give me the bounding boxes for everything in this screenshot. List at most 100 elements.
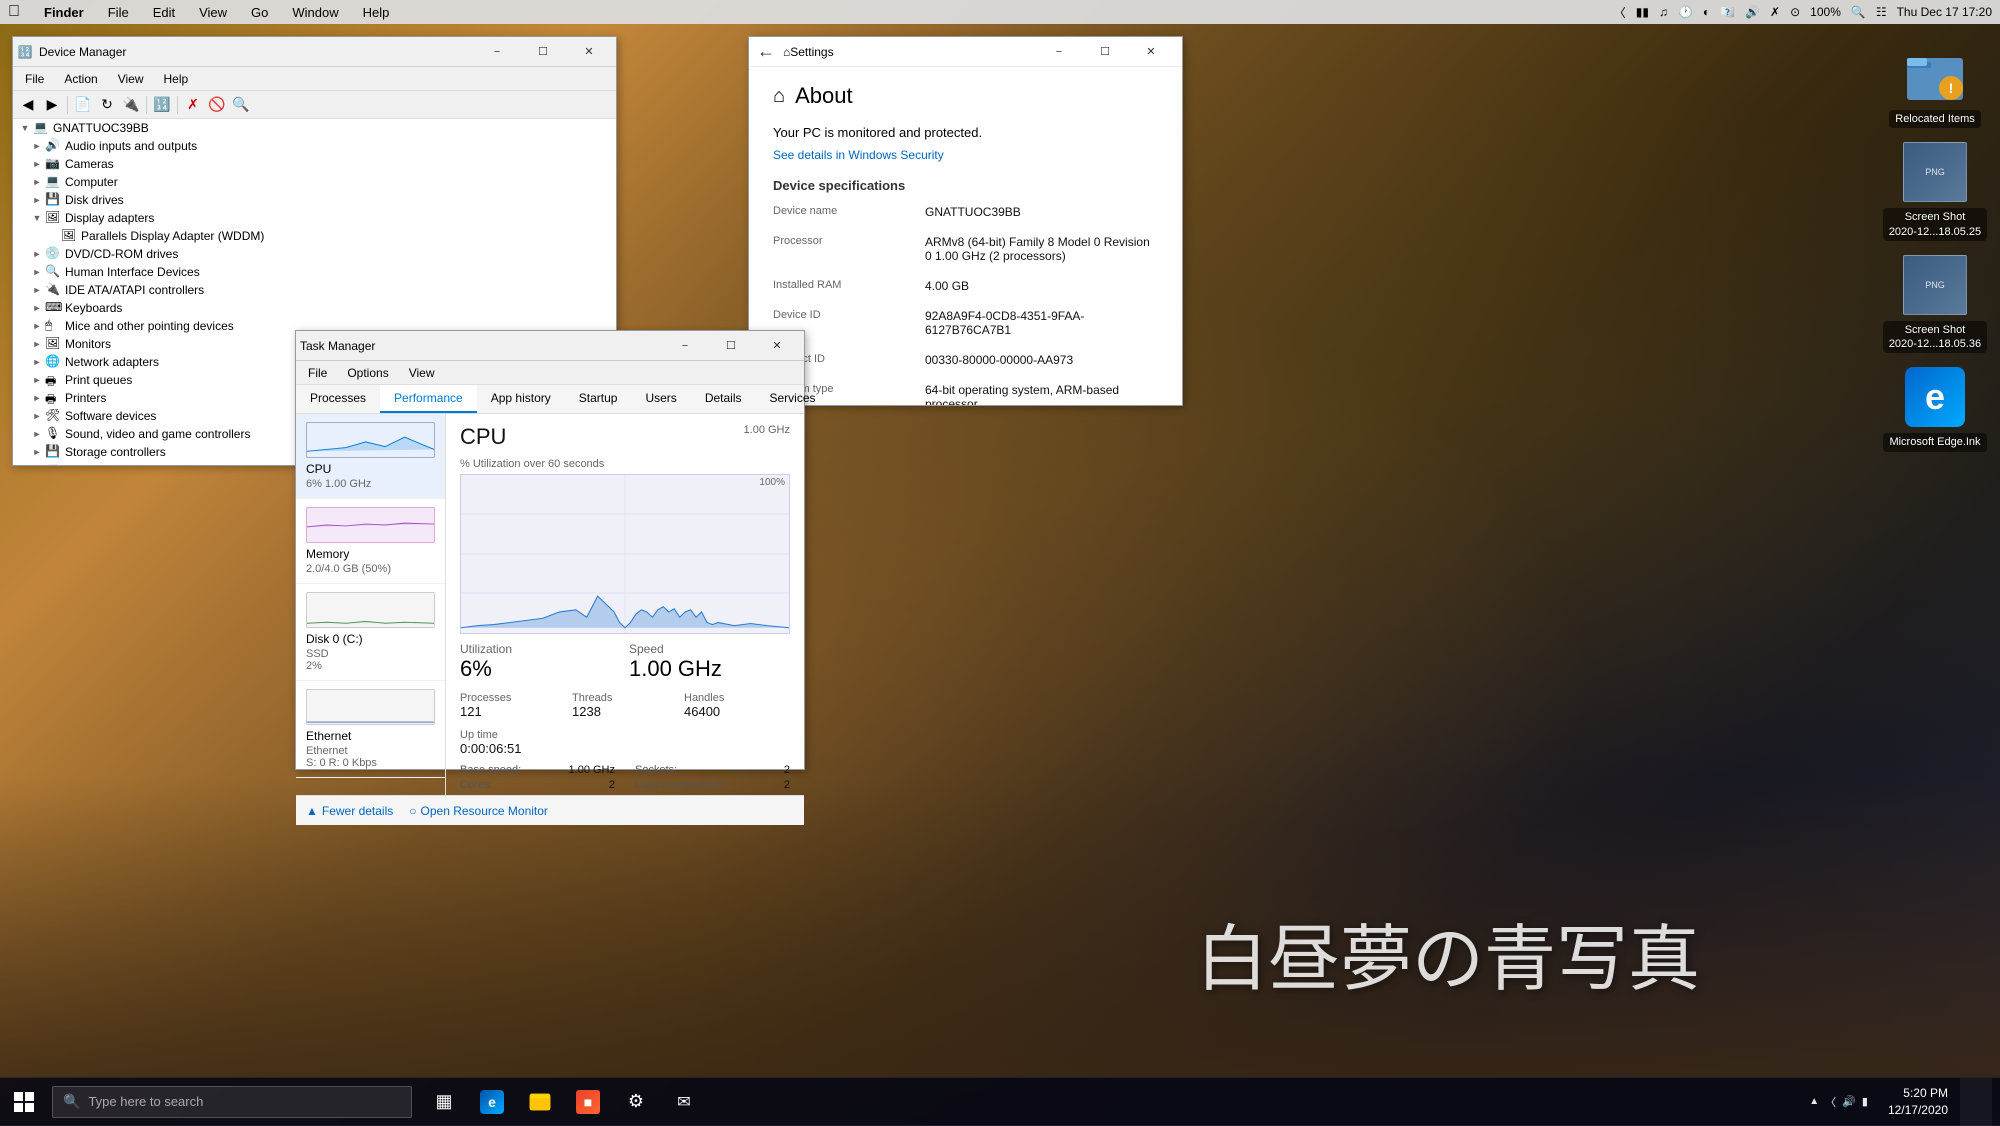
tb-back[interactable]: ◀ xyxy=(17,94,39,116)
apple-menu[interactable]:  xyxy=(8,3,20,21)
tab-app-history[interactable]: App history xyxy=(477,385,565,413)
menu-go[interactable]: Go xyxy=(247,5,272,20)
tm-minimize[interactable]: − xyxy=(662,331,708,361)
task-manager-window: Task Manager − ☐ ✕ File Options View Pro… xyxy=(295,330,805,770)
task-manager-titlebar: Task Manager − ☐ ✕ xyxy=(296,331,804,361)
settings-back-button[interactable]: ← xyxy=(757,41,775,62)
sidebar-disk[interactable]: Disk 0 (C:) SSD 2% xyxy=(296,584,445,681)
tree-item-disk[interactable]: ► 💾 Disk drives xyxy=(13,191,616,209)
l1-label: L1 cache: xyxy=(635,794,683,795)
menu-file[interactable]: File xyxy=(17,70,52,88)
settings-close[interactable]: ✕ xyxy=(1128,37,1174,67)
maximize-button[interactable]: ☐ xyxy=(520,37,566,67)
menu-action[interactable]: Action xyxy=(56,70,105,88)
tray-volume-icon[interactable]: 🔊 xyxy=(1842,1095,1856,1108)
tb-properties[interactable]: 📄 xyxy=(72,94,94,116)
tray-icons: ▲ 〈 🔊 ▮ xyxy=(1809,1094,1868,1110)
tm-menu-view[interactable]: View xyxy=(401,364,443,382)
desktop-icon-screenshot2[interactable]: PNG Screen Shot2020-12...18.05.36 xyxy=(1875,249,1995,358)
close-button[interactable]: ✕ xyxy=(566,37,612,67)
tab-startup[interactable]: Startup xyxy=(565,385,632,413)
tree-item-hid[interactable]: ► 🔍 Human Interface Devices xyxy=(13,263,616,281)
settings-home-icon: ⌂ xyxy=(783,45,790,59)
tree-item-display[interactable]: ▼ 🖼 Display adapters xyxy=(13,209,616,227)
menu-view[interactable]: View xyxy=(195,5,231,20)
menu-edit[interactable]: Edit xyxy=(149,5,179,20)
menu-file[interactable]: File xyxy=(104,5,133,20)
speed-value: 1.00 GHz xyxy=(629,656,790,682)
menubar-search-icon[interactable]: 🔍 xyxy=(1851,5,1866,19)
tray-clock[interactable]: 5:20 PM 12/17/2020 xyxy=(1880,1085,1956,1119)
taskbar-explorer[interactable] xyxy=(516,1078,564,1126)
tb-scan[interactable]: 🔍 xyxy=(230,94,252,116)
tree-item-ide[interactable]: ► 🔌 IDE ATA/ATAPI controllers xyxy=(13,281,616,299)
tray-date: 12/17/2020 xyxy=(1888,1102,1948,1119)
mail-icon: ✉ xyxy=(677,1092,690,1112)
taskbar-search[interactable]: 🔍 Type here to search xyxy=(52,1086,412,1118)
taskbar-settings[interactable]: ⚙ xyxy=(612,1078,660,1126)
desktop-icon-relocated[interactable]: ! Relocated Items xyxy=(1875,38,1995,132)
tb-update[interactable]: ↻ xyxy=(96,94,118,116)
tab-services[interactable]: Services xyxy=(756,385,830,413)
tree-item-cameras[interactable]: ► 📷 Cameras xyxy=(13,155,616,173)
desktop-icon-edge[interactable]: e Microsoft Edge.Ink xyxy=(1875,361,1995,455)
open-monitor-link[interactable]: ○ Open Resource Monitor xyxy=(409,804,548,818)
menubar-right: 〈 ▮▮ ♫ 🕐 ◐ 🇪🇳 🔊 ✗ ⊙ 100% 🔍 ☷ Thu Dec 17 … xyxy=(1614,4,1992,21)
l1-value: 640 KB xyxy=(754,794,790,795)
tray-network-icon: 〈 xyxy=(1825,1094,1836,1110)
taskbar-task-view[interactable]: ▦ xyxy=(420,1078,468,1126)
tree-item-keyboards[interactable]: ► ⌨ Keyboards xyxy=(13,299,616,317)
minimize-button[interactable]: − xyxy=(474,37,520,67)
menu-window[interactable]: Window xyxy=(288,5,342,20)
tm-tabs: Processes Performance App history Startu… xyxy=(296,385,804,414)
show-desktop-button[interactable] xyxy=(1960,1078,1992,1126)
taskbar-mail[interactable]: ✉ xyxy=(660,1078,708,1126)
tab-users[interactable]: Users xyxy=(631,385,690,413)
tb-uninstall[interactable]: 🚫 xyxy=(206,94,228,116)
tm-menu-file[interactable]: File xyxy=(300,364,335,382)
tab-details[interactable]: Details xyxy=(691,385,756,413)
settings-minimize[interactable]: − xyxy=(1036,37,1082,67)
tm-close[interactable]: ✕ xyxy=(754,331,800,361)
menu-help[interactable]: Help xyxy=(156,70,197,88)
tb-driver[interactable]: 🔌 xyxy=(120,94,142,116)
expand-root[interactable]: ▼ xyxy=(17,120,33,136)
menu-help[interactable]: Help xyxy=(359,5,394,20)
tree-item-audio[interactable]: ► 🔊 Audio inputs and outputs xyxy=(13,137,616,155)
menu-view[interactable]: View xyxy=(110,70,152,88)
sidebar-memory[interactable]: Memory 2.0/4.0 GB (50%) xyxy=(296,499,445,584)
screenshot2-label: Screen Shot2020-12...18.05.36 xyxy=(1883,321,1987,354)
tree-item-computer[interactable]: ► 💻 Computer xyxy=(13,173,616,191)
sidebar-ethernet[interactable]: Ethernet Ethernet S: 0 R: 0 Kbps xyxy=(296,681,445,778)
tree-label-parallels: Parallels Display Adapter (WDDM) xyxy=(81,229,264,243)
taskbar-edge[interactable]: e xyxy=(468,1078,516,1126)
tray-chevron[interactable]: ▲ xyxy=(1809,1096,1819,1107)
fewer-details-link[interactable]: ▲ Fewer details xyxy=(306,804,393,818)
tree-label-system: System devices xyxy=(65,463,149,465)
menubar-accessibility-icon: ◐ xyxy=(1703,5,1710,19)
tree-item-dvd[interactable]: ► 💿 DVD/CD-ROM drives xyxy=(13,245,616,263)
tb-disable[interactable]: ✗ xyxy=(182,94,204,116)
tree-label-cameras: Cameras xyxy=(65,157,114,171)
tm-menu-options[interactable]: Options xyxy=(339,364,396,382)
tab-processes[interactable]: Processes xyxy=(296,385,380,413)
menubar-notification-icon[interactable]: ☷ xyxy=(1876,5,1887,19)
tb-forward[interactable]: ▶ xyxy=(41,94,63,116)
tab-performance[interactable]: Performance xyxy=(380,385,477,413)
tree-root[interactable]: ▼ 💻 GNATTUOC39BB xyxy=(13,119,616,137)
tree-item-parallels[interactable]: ► 🖼 Parallels Display Adapter (WDDM) xyxy=(13,227,616,245)
taskbar-store[interactable]: ■ xyxy=(564,1078,612,1126)
tm-maximize[interactable]: ☐ xyxy=(708,331,754,361)
tm-footer: ▲ Fewer details ○ Open Resource Monitor xyxy=(296,795,804,825)
tree-label-storage: Storage controllers xyxy=(65,445,166,459)
speed-stat: Speed 1.00 GHz xyxy=(629,642,790,682)
desktop-icon-screenshot1[interactable]: PNG Screen Shot2020-12...18.05.25 xyxy=(1875,136,1995,245)
menu-finder[interactable]: Finder xyxy=(40,5,88,20)
logical-label: Logical processors: xyxy=(635,779,730,791)
sockets-value: 2 xyxy=(784,764,790,776)
settings-maximize[interactable]: ☐ xyxy=(1082,37,1128,67)
start-button[interactable] xyxy=(0,1078,48,1126)
security-link[interactable]: See details in Windows Security xyxy=(773,148,1158,162)
handles-stat: Handles 46400 xyxy=(684,692,790,719)
sidebar-cpu[interactable]: CPU 6% 1.00 GHz xyxy=(296,414,445,499)
